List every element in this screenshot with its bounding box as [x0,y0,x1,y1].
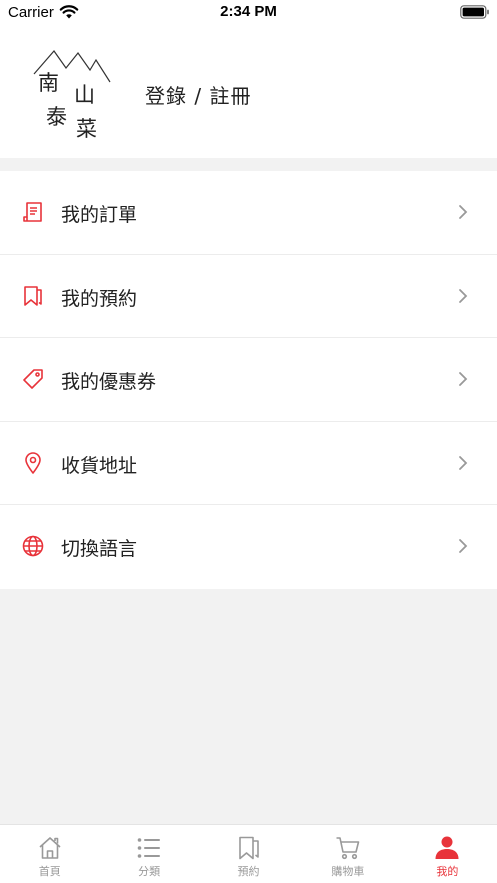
menu-item-orders[interactable]: 我的訂單 [0,171,497,255]
tab-label-profile: 我的 [436,865,459,878]
tab-label-categories: 分類 [138,865,161,878]
logo-char-4: 菜 [76,117,97,141]
user-icon [435,836,459,859]
account-menu: 我的訂單 我的預約 我的優惠券 收貨地址 切換語言 [0,171,497,589]
chevron-right-icon [459,539,468,553]
menu-label-language: 切換語言 [61,538,138,560]
tab-label-home: 首頁 [38,865,61,878]
tab-label-cart: 購物車 [331,865,365,878]
login-register-link[interactable]: 登錄 / 註冊 [145,80,251,109]
menu-item-address[interactable]: 收貨地址 [0,422,497,505]
restaurant-logo: 南 山 泰 菜 [33,50,111,141]
chevron-right-icon [459,205,468,219]
profile-header[interactable]: 南 山 泰 菜 登錄 / 註冊 [0,26,497,158]
battery-icon [460,5,489,19]
bookmark-icon [238,836,259,860]
globe-icon [22,535,44,557]
chevron-right-icon [459,455,468,470]
status-bar: Carrier 2:34 PM [0,0,497,26]
home-icon [39,837,61,859]
location-pin-icon [25,451,41,474]
order-receipt-icon [23,202,42,222]
tab-reservations[interactable]: 預約 [199,825,298,883]
chevron-right-icon [459,288,468,303]
menu-item-language[interactable]: 切換語言 [0,505,497,589]
tab-cart[interactable]: 購物車 [298,825,397,883]
bottom-tab-bar: 首頁 分類 預約 購物車 我的 [0,824,497,883]
menu-label-address: 收貨地址 [61,454,138,477]
menu-item-coupons[interactable]: 我的優惠券 [0,338,497,422]
menu-label-reservations: 我的預約 [61,287,138,310]
cart-icon [336,837,360,860]
logo-char-2: 山 [74,83,95,107]
menu-label-orders: 我的訂單 [61,204,138,226]
chevron-right-icon [459,372,468,386]
menu-item-reservations[interactable]: 我的預約 [0,255,497,338]
bookmark-icon [24,285,42,306]
tab-categories[interactable]: 分類 [99,825,198,883]
menu-label-coupons: 我的優惠券 [61,371,157,393]
tab-profile[interactable]: 我的 [398,825,497,883]
logo-char-1: 南 [38,71,59,95]
logo-char-3: 泰 [46,105,67,129]
status-time: 2:34 PM [220,3,277,20]
coupon-tag-icon [23,369,43,389]
tab-home[interactable]: 首頁 [0,825,99,883]
tab-label-reservations: 預約 [237,865,260,878]
list-icon [137,838,161,858]
